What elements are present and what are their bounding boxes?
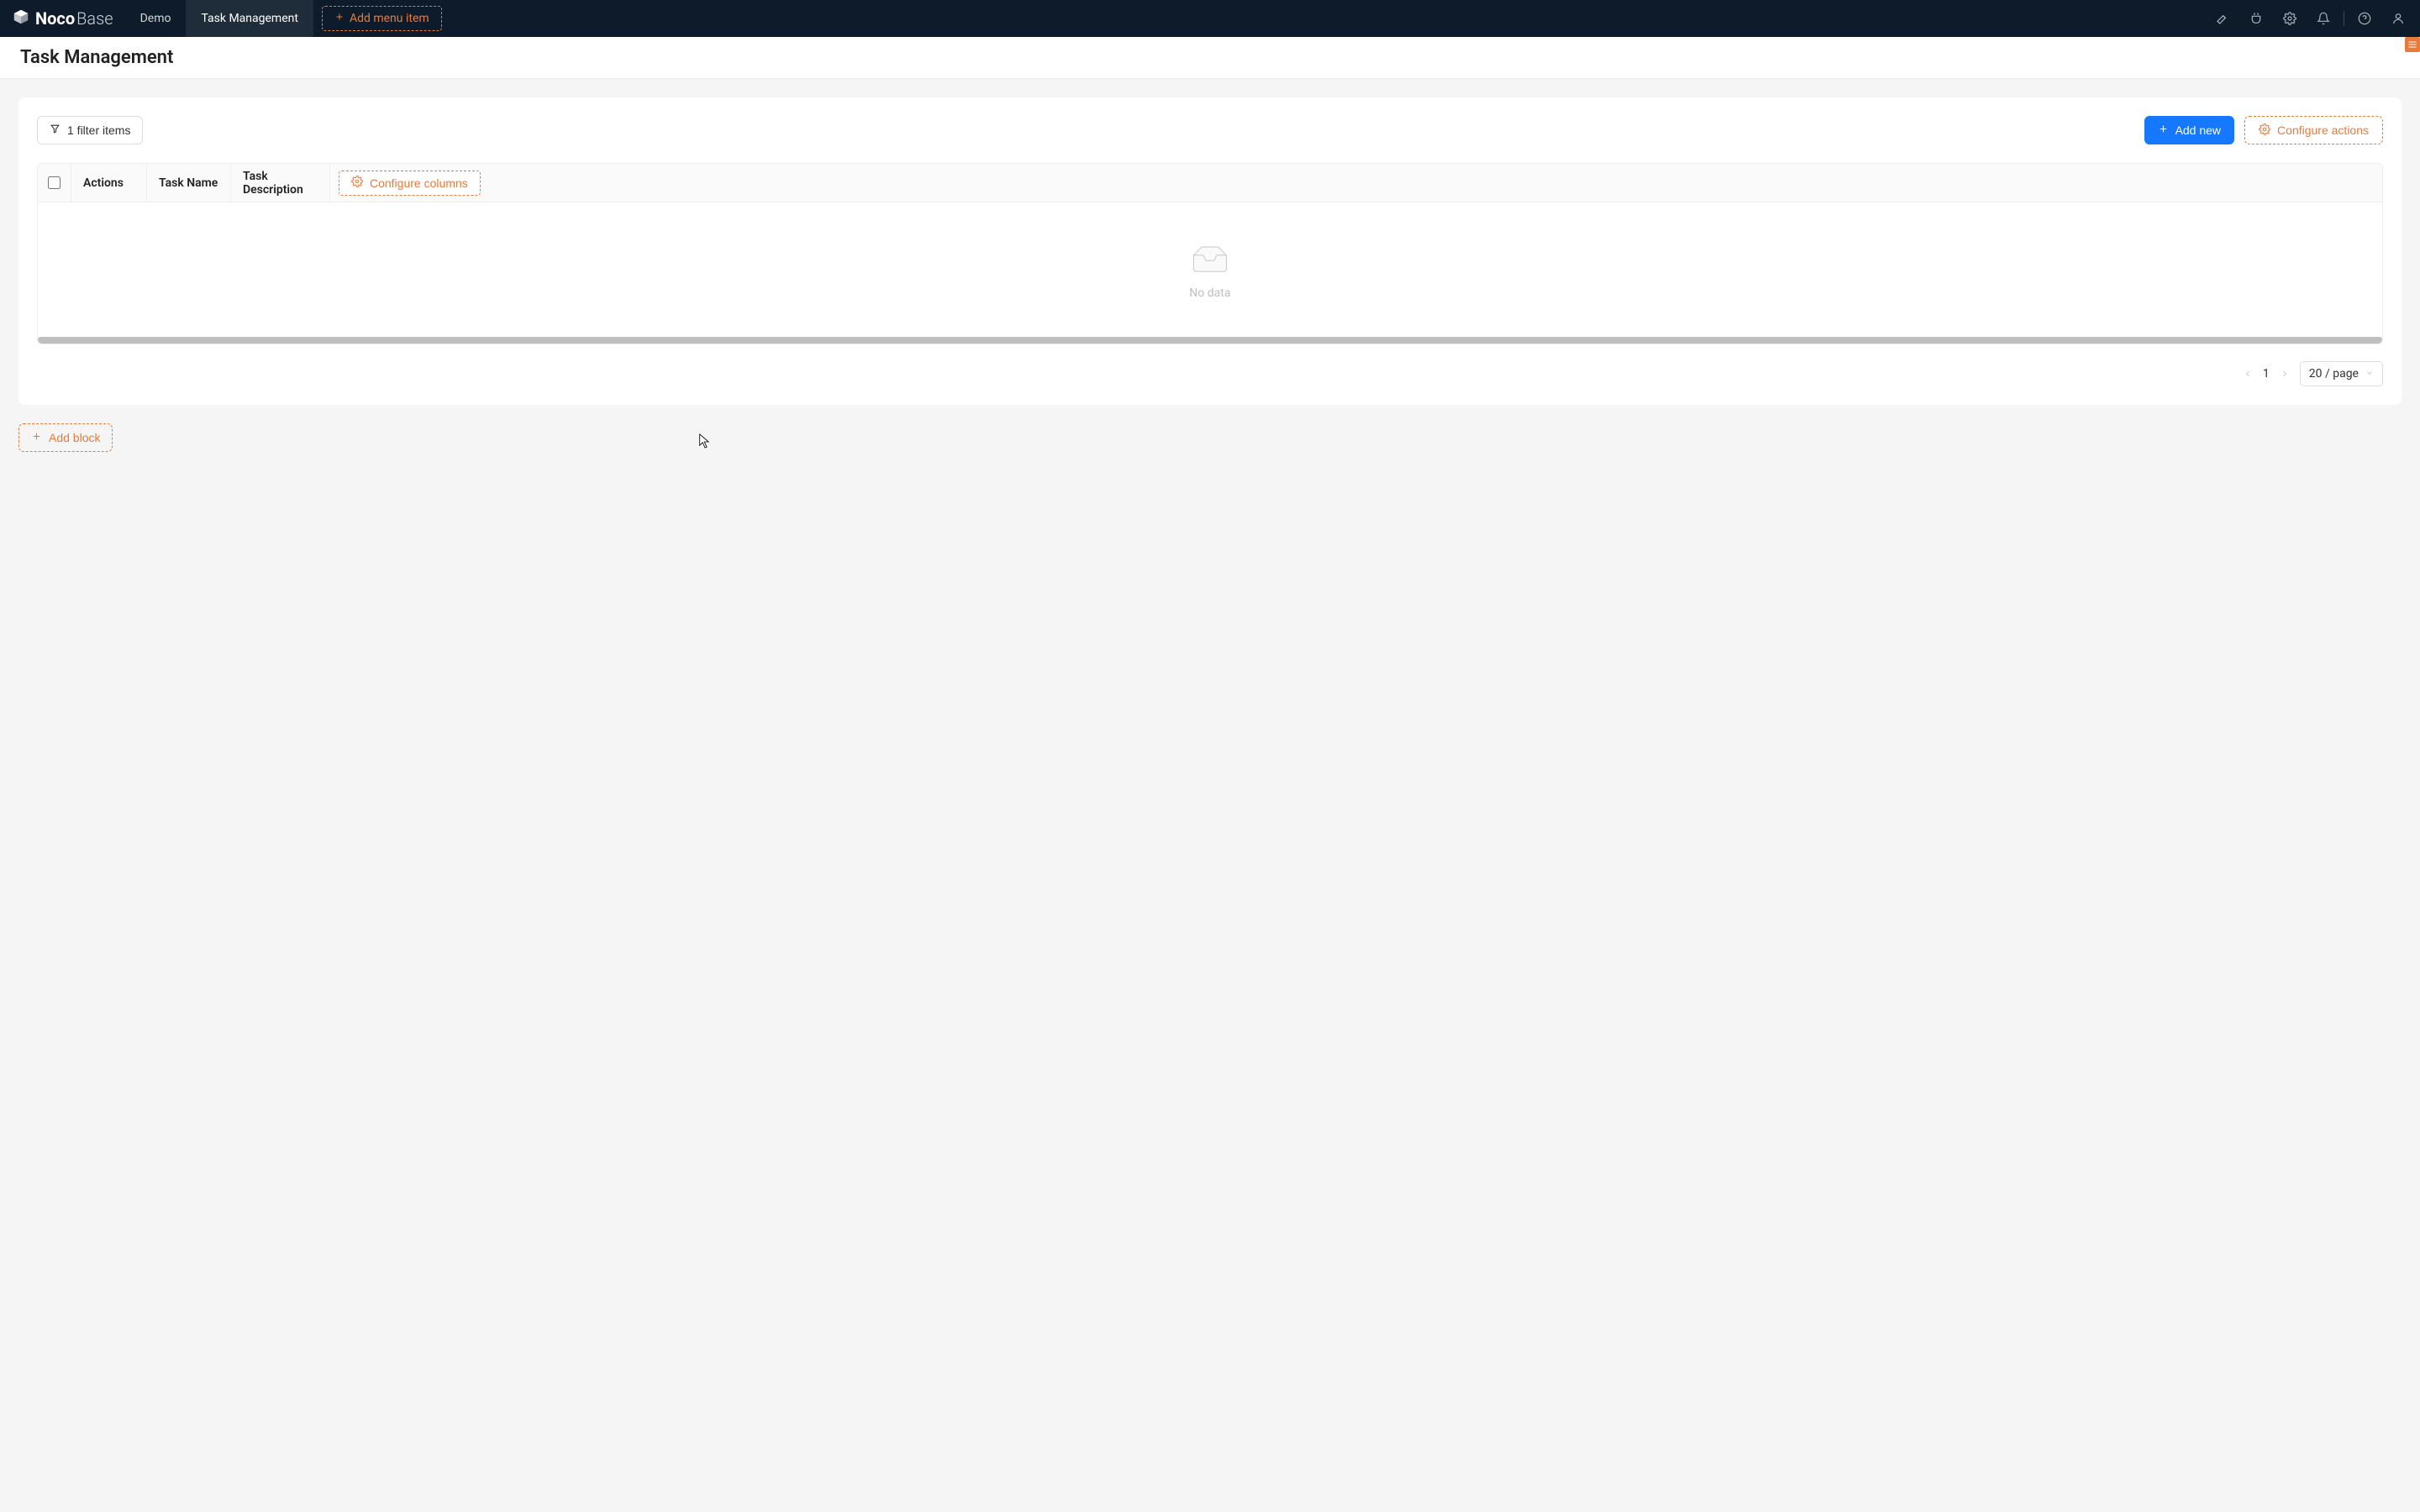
help-icon[interactable] — [2348, 0, 2381, 37]
scrollbar-thumb[interactable] — [38, 337, 2382, 344]
page-size-select[interactable]: 20 / page — [2300, 361, 2383, 386]
table-block: 1 filter items Add new Configure actions — [18, 97, 2402, 405]
select-all-column — [38, 164, 71, 202]
logo-icon — [12, 8, 30, 29]
configure-columns-button[interactable]: Configure columns — [339, 171, 481, 196]
plus-icon — [2158, 123, 2169, 137]
filter-button[interactable]: 1 filter items — [37, 116, 143, 144]
filter-label: 1 filter items — [67, 123, 130, 137]
logo-text: NocoBase — [35, 8, 113, 29]
gear-icon — [2259, 123, 2270, 138]
empty-inbox-icon — [1188, 241, 1232, 278]
pagination: 1 20 / page — [37, 361, 2383, 386]
chevron-down-icon — [2365, 367, 2374, 381]
nav-tabs: Demo Task Management — [125, 0, 313, 37]
column-configure: Configure columns — [330, 164, 492, 202]
table-header-row: Actions Task Name Task Description Confi… — [38, 164, 2382, 202]
add-block-label: Add block — [49, 431, 100, 444]
gear-icon[interactable] — [2273, 0, 2307, 37]
horizontal-scrollbar[interactable] — [38, 337, 2382, 344]
plus-icon — [334, 12, 345, 25]
page-title: Task Management — [20, 47, 2400, 68]
current-page[interactable]: 1 — [2263, 367, 2270, 381]
configure-columns-label: Configure columns — [370, 176, 468, 190]
page-header: Task Management — [0, 37, 2420, 79]
add-block-button[interactable]: Add block — [18, 423, 113, 452]
table-empty-state: No data — [38, 202, 2382, 337]
prev-page-button[interactable] — [2243, 369, 2253, 379]
top-navbar: NocoBase Demo Task Management Add menu i… — [0, 0, 2420, 37]
add-new-label: Add new — [2175, 123, 2221, 137]
highlighter-icon[interactable] — [2206, 0, 2239, 37]
add-new-button[interactable]: Add new — [2144, 116, 2234, 144]
plus-icon — [31, 431, 42, 444]
nav-tab-task-management[interactable]: Task Management — [186, 0, 313, 37]
select-all-checkbox[interactable] — [48, 176, 60, 189]
user-icon[interactable] — [2381, 0, 2415, 37]
column-task-name[interactable]: Task Name — [147, 164, 231, 202]
nav-tab-demo[interactable]: Demo — [125, 0, 187, 37]
column-task-description[interactable]: Task Description — [231, 164, 330, 202]
gear-icon — [351, 176, 363, 190]
nav-right-icons — [2206, 0, 2420, 37]
data-table: Actions Task Name Task Description Confi… — [37, 163, 2383, 344]
page-size-label: 20 / page — [2309, 367, 2359, 381]
brand-logo[interactable]: NocoBase — [12, 0, 125, 37]
bell-icon[interactable] — [2307, 0, 2340, 37]
plugin-icon[interactable] — [2239, 0, 2273, 37]
content-area: 1 filter items Add new Configure actions — [0, 79, 2420, 470]
table-toolbar: 1 filter items Add new Configure actions — [37, 116, 2383, 144]
add-menu-item-button[interactable]: Add menu item — [322, 6, 442, 31]
configure-actions-button[interactable]: Configure actions — [2244, 116, 2383, 144]
filter-icon — [50, 123, 60, 137]
next-page-button[interactable] — [2280, 369, 2290, 379]
empty-text: No data — [1189, 286, 1230, 300]
configure-actions-label: Configure actions — [2277, 123, 2369, 137]
add-menu-item-label: Add menu item — [350, 12, 429, 25]
column-actions[interactable]: Actions — [71, 164, 147, 202]
ui-editor-toggle[interactable] — [2405, 37, 2420, 52]
